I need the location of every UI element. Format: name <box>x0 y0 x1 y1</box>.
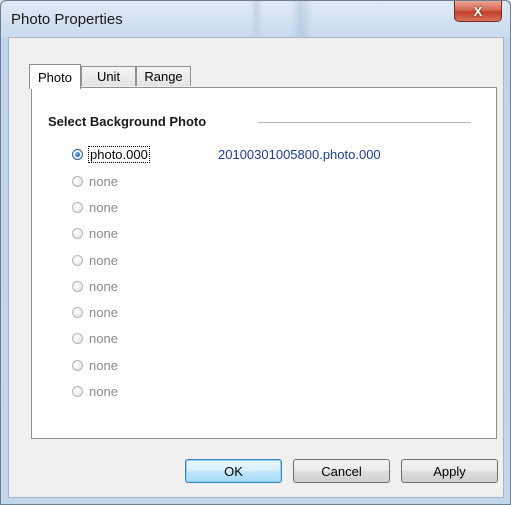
photo-option-9: none <box>72 356 118 374</box>
tab-range-label: Range <box>144 69 183 84</box>
photo-option-label: none <box>89 199 118 215</box>
cancel-button[interactable]: Cancel <box>293 459 390 483</box>
photo-option-label: none <box>89 383 118 399</box>
photo-option-label: none <box>89 252 118 268</box>
apply-button[interactable]: Apply <box>401 459 498 483</box>
photo-option-3: none <box>72 198 118 216</box>
photo-option-label: none <box>89 304 118 320</box>
photo-option-label: photo.000 <box>88 145 150 163</box>
close-icon: X <box>473 3 483 19</box>
photo-option-4: none <box>72 224 118 242</box>
photo-option-8: none <box>72 329 118 347</box>
photo-option-1[interactable]: photo.000 <box>72 145 150 163</box>
photo-option-label: none <box>89 330 118 346</box>
radio-button <box>72 227 83 239</box>
radio-button <box>72 280 83 292</box>
close-button[interactable]: X <box>454 1 502 22</box>
selected-photo-filename: 20100301005800.photo.000 <box>218 147 381 162</box>
radio-button <box>72 175 83 187</box>
photo-option-2: none <box>72 172 118 190</box>
ok-button-label: OK <box>224 463 243 479</box>
tab-photo-label: Photo <box>38 69 72 85</box>
section-divider <box>258 122 471 123</box>
photo-option-6: none <box>72 277 118 295</box>
photo-option-label: none <box>89 357 118 373</box>
photo-option-10: none <box>72 382 118 400</box>
cancel-button-label: Cancel <box>321 463 362 479</box>
tab-unit-label: Unit <box>96 69 121 84</box>
section-title: Select Background Photo <box>48 114 207 129</box>
radio-button <box>72 306 83 318</box>
radio-button <box>72 254 83 266</box>
radio-button <box>72 385 83 397</box>
photo-tab-panel: Select Background Photo photo.000 201003… <box>31 87 497 439</box>
photo-option-label: none <box>89 173 118 189</box>
tab-unit[interactable]: Unit <box>81 66 136 86</box>
photo-option-7: none <box>72 303 118 321</box>
tab-photo[interactable]: Photo <box>29 64 81 89</box>
radio-button <box>72 359 83 371</box>
photo-option-label: none <box>89 278 118 294</box>
dialog-client-area: Photo Unit Range Select Background Photo… <box>8 37 504 498</box>
window-title: Photo Properties <box>11 11 123 28</box>
radio-button <box>72 201 83 213</box>
photo-properties-dialog: Photo Properties X Photo Unit Range Sele… <box>0 0 511 505</box>
apply-button-label: Apply <box>433 463 466 479</box>
title-bar[interactable]: Photo Properties X <box>1 1 510 37</box>
ok-button[interactable]: OK <box>185 459 282 483</box>
radio-button <box>72 332 83 344</box>
photo-option-label: none <box>89 225 118 241</box>
tab-range[interactable]: Range <box>136 66 191 86</box>
photo-option-5: none <box>72 251 118 269</box>
radio-button-checked[interactable] <box>72 148 83 160</box>
